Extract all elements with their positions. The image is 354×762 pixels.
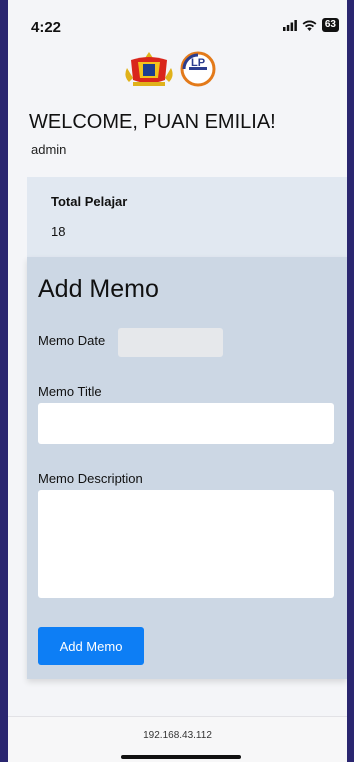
total-students-value: 18 xyxy=(51,224,66,239)
memo-date-label: Memo Date xyxy=(38,333,106,348)
memo-description-label: Memo Description xyxy=(38,471,143,486)
header-logos: LP xyxy=(123,50,218,88)
total-students-card: Total Pelajar 18 xyxy=(27,177,347,257)
battery-icon: 63 xyxy=(321,18,339,32)
add-memo-button[interactable]: Add Memo xyxy=(38,627,144,665)
status-bar: 4:22 63 xyxy=(8,0,347,46)
memo-title-input[interactable] xyxy=(38,403,334,444)
status-time: 4:22 xyxy=(31,19,62,36)
lp-logo: LP xyxy=(180,51,216,87)
svg-text:LP: LP xyxy=(191,57,205,69)
add-memo-panel: Add Memo Memo Date Memo Title Memo Descr… xyxy=(27,257,347,679)
browser-address-bar[interactable]: 192.168.43.112 xyxy=(8,716,347,762)
welcome-heading: WELCOME, PUAN EMILIA! xyxy=(29,111,276,133)
coat-of-arms-logo xyxy=(125,52,173,86)
signal-icon xyxy=(282,19,297,31)
wifi-icon xyxy=(302,20,317,31)
status-icons: 63 xyxy=(282,18,339,32)
phone-screen: 4:22 63 LP WELCOME, PUAN EMILIA! admin T… xyxy=(8,0,347,762)
memo-title-label: Memo Title xyxy=(38,384,102,399)
memo-description-input[interactable] xyxy=(38,490,334,598)
user-role: admin xyxy=(31,142,67,157)
total-students-label: Total Pelajar xyxy=(51,194,128,209)
home-indicator[interactable] xyxy=(121,755,241,759)
add-memo-heading: Add Memo xyxy=(38,275,159,303)
url-text: 192.168.43.112 xyxy=(143,730,212,741)
memo-date-input[interactable] xyxy=(118,328,223,357)
